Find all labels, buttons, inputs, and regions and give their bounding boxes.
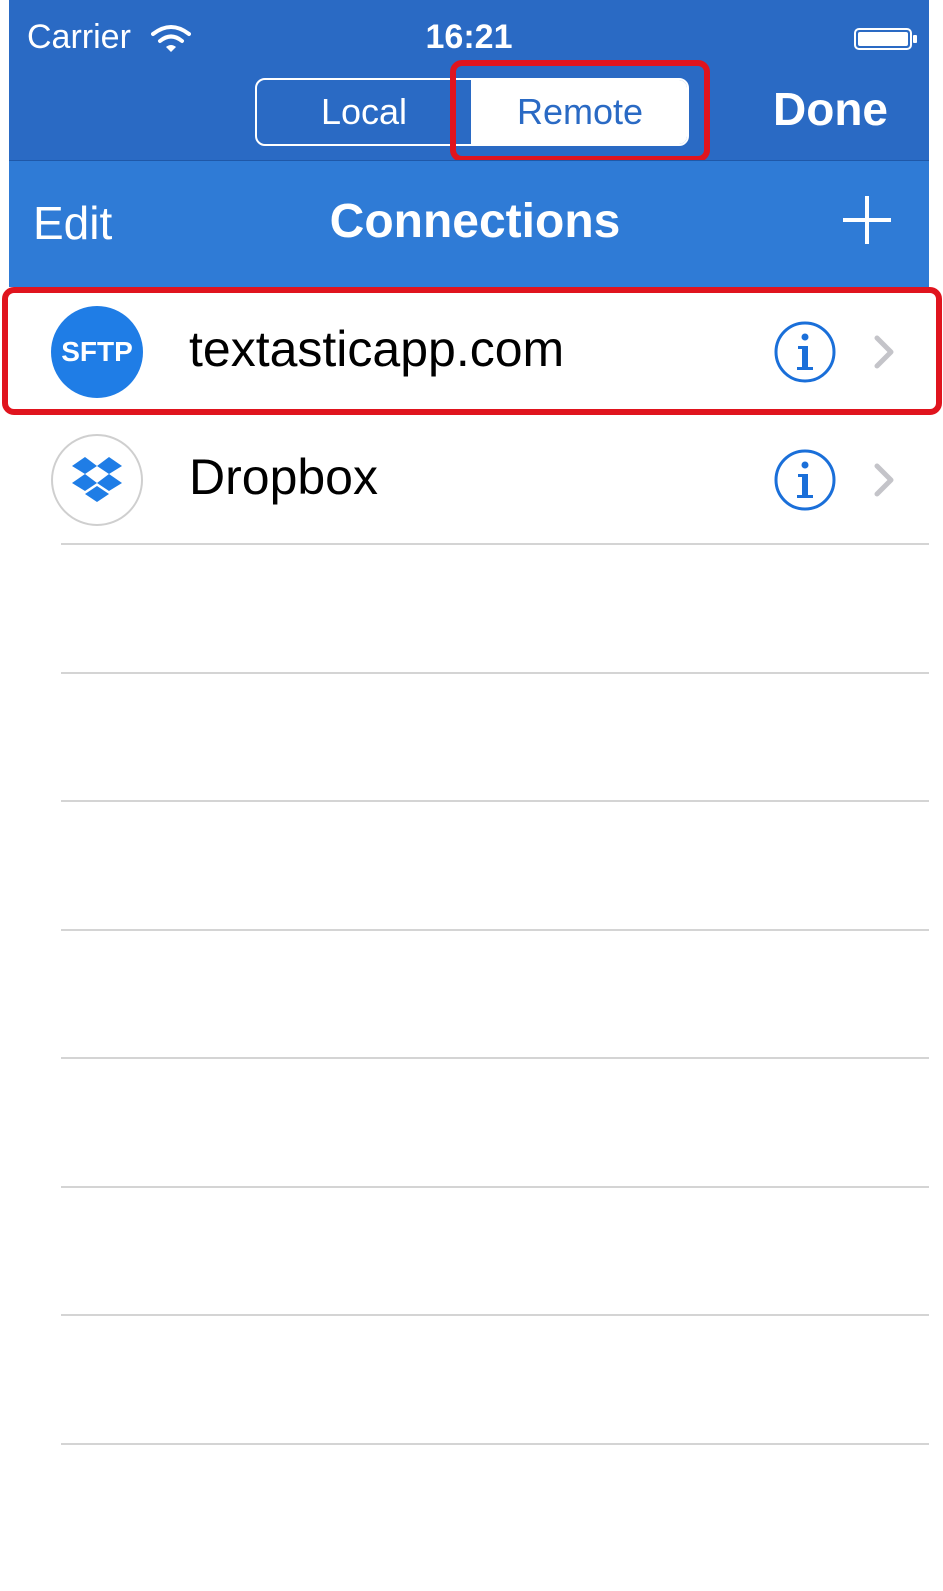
row-separator [61,543,929,545]
status-time: 16:21 [425,18,513,56]
top-bar: Carrier 16:21 Local Remote Done [9,0,929,162]
info-icon[interactable] [773,448,837,512]
chevron-right-icon [873,462,895,498]
row-separator [61,672,929,674]
row-separator [61,1186,929,1188]
plus-icon[interactable] [839,192,895,248]
page-title: Connections [329,195,621,248]
segment-local[interactable]: Local [257,80,473,144]
connection-name: Dropbox [189,449,378,505]
row-separator [61,1057,929,1059]
textasticapp-highlight-box [2,287,942,415]
app-screen: Carrier 16:21 Local Remote Done Edit Con… [9,0,929,1591]
connection-row-dropbox[interactable]: Dropbox [9,416,929,544]
row-separator [61,1443,929,1445]
dropbox-icon [51,434,143,526]
row-separator [61,929,929,931]
done-button[interactable]: Done [773,82,888,136]
remote-highlight-box [450,60,710,162]
battery-icon [854,28,918,50]
row-separator [61,1314,929,1316]
row-separator [61,800,929,802]
